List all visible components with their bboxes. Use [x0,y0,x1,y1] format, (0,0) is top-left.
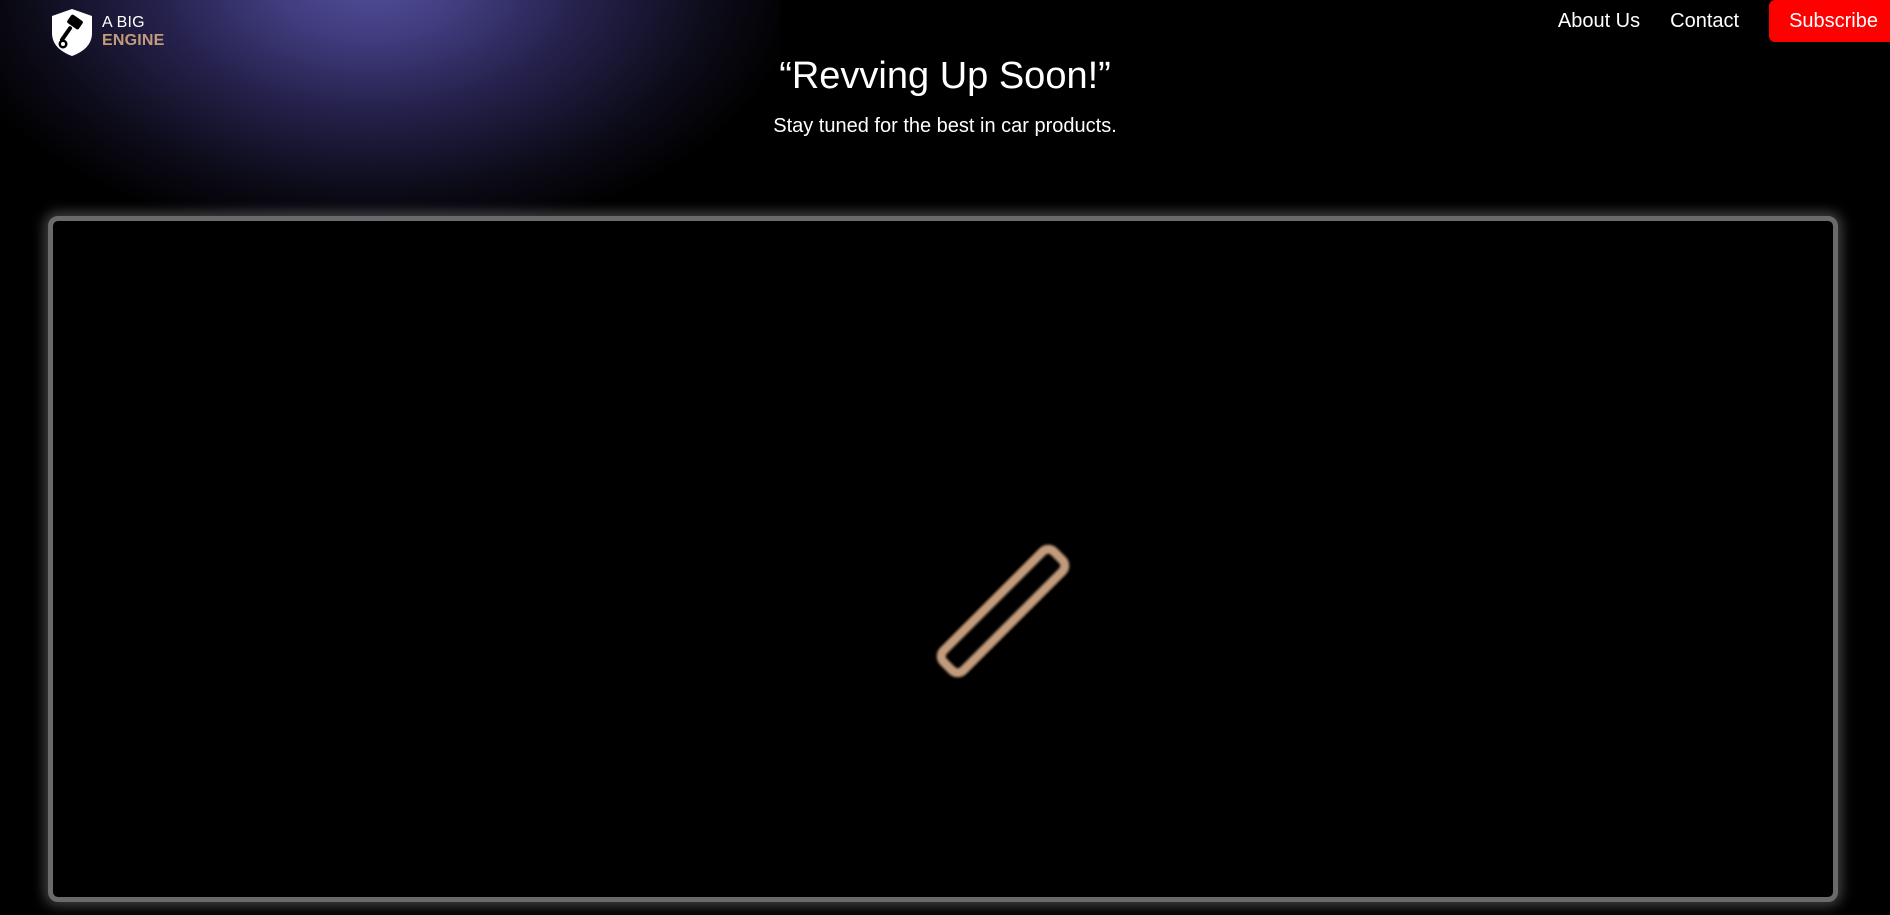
top-nav: About Us Contact Subscribe [1558,0,1890,42]
media-frame [48,216,1838,902]
subscribe-button[interactable]: Subscribe [1769,0,1890,42]
brand-name: A BIG ENGINE [102,15,165,49]
hero-subtitle: Stay tuned for the best in car products. [773,115,1117,137]
shield-piston-icon [52,9,92,56]
brand-logo[interactable]: A BIG ENGINE [48,7,165,57]
hero: “Revving Up Soon!” Stay tuned for the be… [0,52,1890,138]
nav-about-link[interactable]: About Us [1558,10,1640,33]
loading-bar-icon [936,544,1070,678]
brand-line2: ENGINE [102,32,165,49]
hero-title: “Revving Up Soon!” [779,55,1111,97]
nav-contact-link[interactable]: Contact [1670,10,1739,33]
page: A BIG ENGINE About Us Contact Subscribe … [0,0,1890,915]
brand-line1: A BIG [102,14,145,31]
